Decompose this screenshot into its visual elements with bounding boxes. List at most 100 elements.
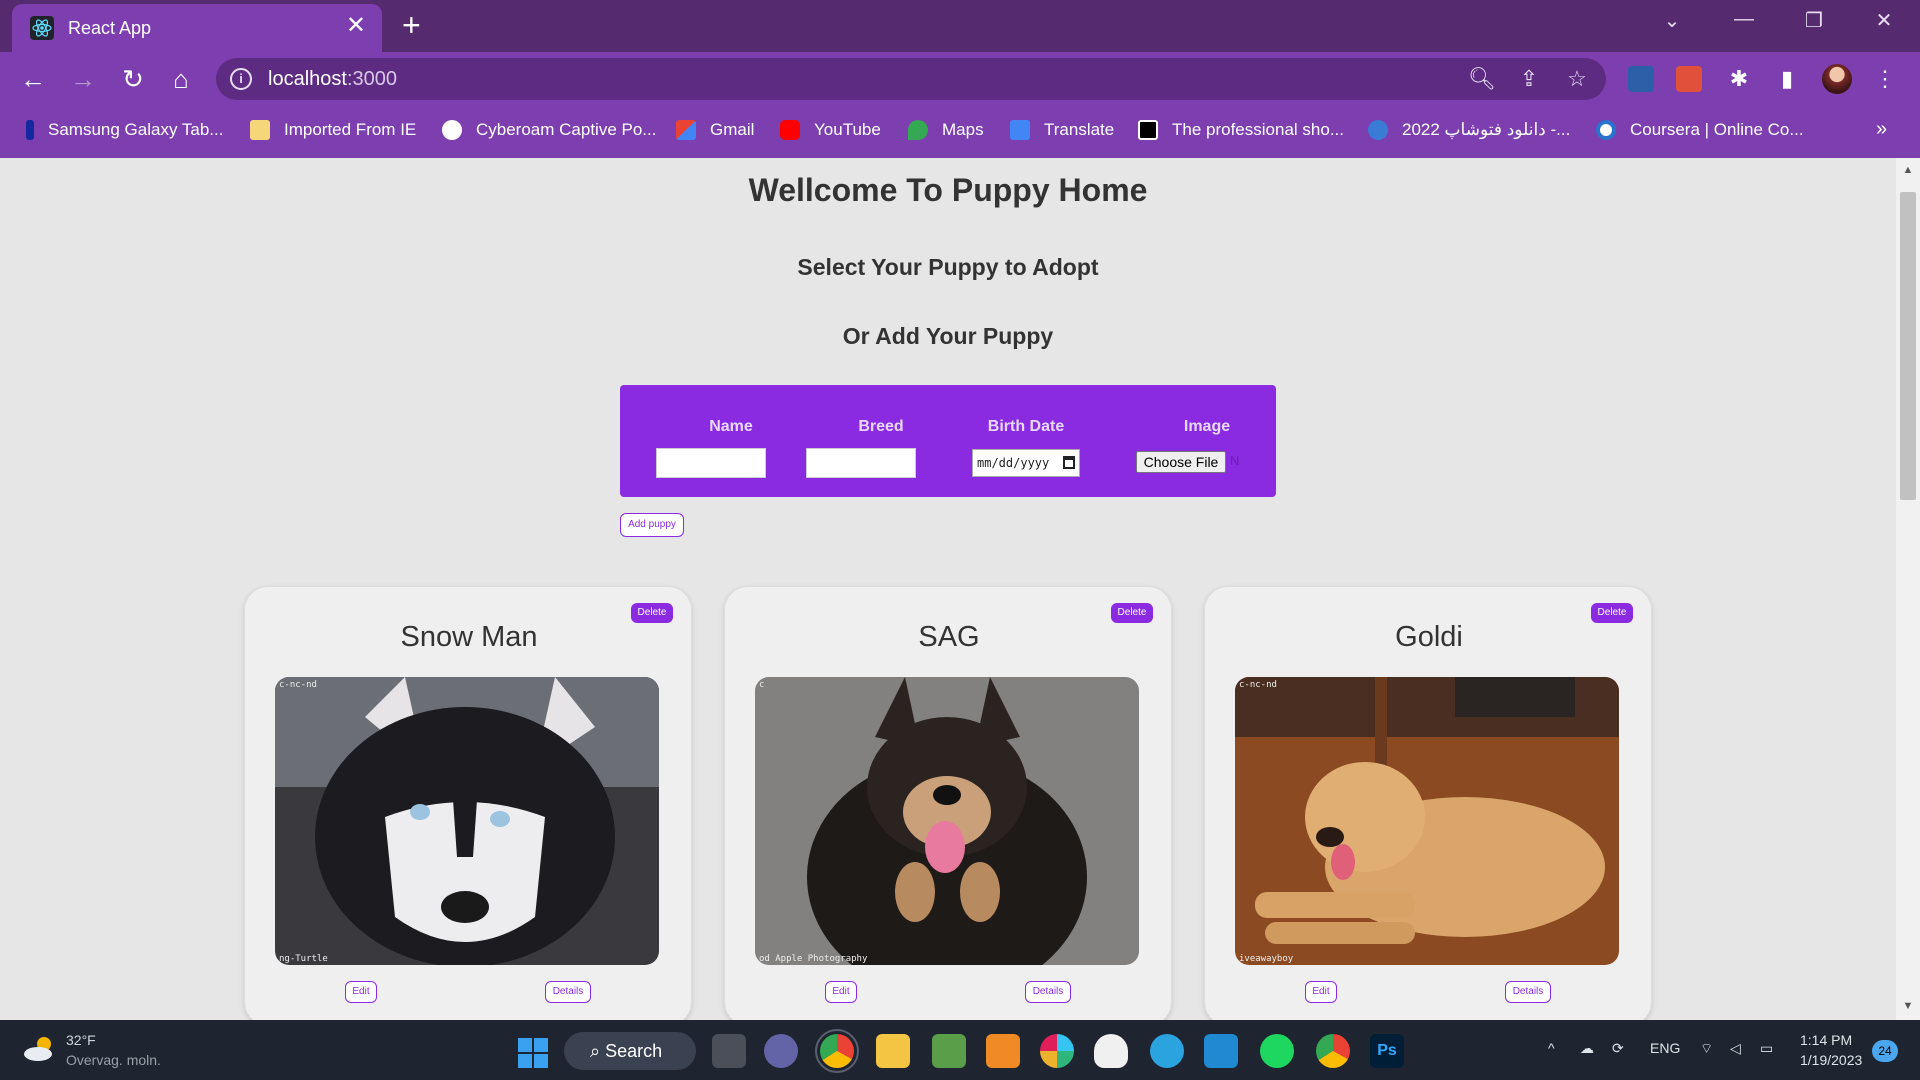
details-button[interactable]: Details [545, 981, 591, 1003]
extensions-puzzle-icon[interactable]: ✱ [1724, 64, 1754, 94]
vscode-icon[interactable] [1204, 1034, 1238, 1068]
share-icon[interactable]: ⇪ [1516, 66, 1542, 92]
photo-credit-bottom: od Apple Photography [759, 954, 868, 964]
bookmark-coursera[interactable]: Coursera | Online Co... [1596, 120, 1804, 140]
extension-red-icon[interactable] [1676, 66, 1702, 92]
puppy-photo-sag[interactable]: c od Apple Photography [755, 677, 1139, 965]
forward-icon[interactable]: → [68, 64, 98, 94]
bookmark-samsung[interactable]: Samsung Galaxy Tab... [26, 120, 223, 140]
wifi-icon[interactable]: ⌔ [1700, 1040, 1713, 1058]
weather-cloud-icon[interactable] [22, 1036, 58, 1062]
telegram-icon[interactable] [1150, 1034, 1184, 1068]
volume-icon[interactable]: ◁ [1730, 1040, 1741, 1057]
chrome-profile-icon[interactable] [1316, 1034, 1350, 1068]
file-explorer-icon[interactable] [876, 1034, 910, 1068]
details-button[interactable]: Details [1505, 981, 1551, 1003]
calendar-icon[interactable] [1063, 456, 1075, 469]
sublime-icon[interactable] [986, 1034, 1020, 1068]
bookmark-cyberoam[interactable]: Cyberoam Captive Po... [442, 120, 656, 140]
sync-icon[interactable]: ⟳ [1612, 1040, 1624, 1057]
bookmark-translate[interactable]: Translate [1010, 120, 1114, 140]
browser-toolbar: ← → ↻ ⌂ i localhost:3000 🔍︎ ⇪ ☆ ✱ ▮ ⋮ [0, 52, 1920, 106]
gmail-icon [676, 120, 696, 140]
edit-button[interactable]: Edit [345, 981, 377, 1003]
add-heading: Or Add Your Puppy [842, 323, 1054, 349]
zoom-icon[interactable]: 🔍︎ [1468, 66, 1496, 92]
add-puppy-button[interactable]: Add puppy [620, 513, 684, 537]
close-tab-icon[interactable]: ✕ [346, 14, 366, 38]
close-window-icon[interactable]: ✕ [1864, 8, 1904, 33]
name-label: Name [709, 418, 753, 435]
photo-credit-top: c [759, 680, 764, 690]
puppy-card: SAG Delete c od Apple Photography Edit D… [724, 586, 1172, 1020]
clock-time[interactable]: 1:14 PM [1800, 1032, 1852, 1048]
url-text: localhost:3000 [268, 68, 397, 90]
home-icon[interactable]: ⌂ [166, 64, 196, 94]
delete-button[interactable]: Delete [631, 603, 673, 623]
bookmark-photoshop[interactable]: دانلود فتوشاپ 2022 -... [1368, 120, 1570, 140]
more-bookmarks-icon[interactable]: » [1876, 118, 1887, 141]
linux-tux-icon[interactable] [1094, 1034, 1128, 1068]
name-input[interactable] [656, 448, 766, 478]
scroll-thumb[interactable] [1900, 192, 1916, 500]
page-scrollbar[interactable]: ▲ ▼ [1896, 158, 1920, 1020]
language-indicator[interactable]: ENG [1650, 1040, 1680, 1056]
clock-date[interactable]: 1/19/2023 [1800, 1052, 1862, 1068]
edit-button[interactable]: Edit [825, 981, 857, 1003]
bookmark-imported[interactable]: Imported From IE [250, 120, 416, 140]
task-view-icon[interactable] [712, 1034, 746, 1068]
onedrive-icon[interactable]: ☁ [1580, 1040, 1594, 1057]
birth-date-input[interactable]: mm/dd/yyyy [972, 449, 1080, 477]
bookmark-star-icon[interactable]: ☆ [1564, 66, 1590, 92]
bookmark-professional[interactable]: The professional sho... [1138, 120, 1344, 140]
side-panel-icon[interactable]: ▮ [1772, 64, 1802, 94]
windows-start-icon[interactable] [518, 1038, 548, 1068]
new-tab-icon[interactable]: + [402, 9, 421, 41]
tab-title: React App [68, 18, 152, 38]
photos-app-icon[interactable] [932, 1034, 966, 1068]
site-info-icon[interactable]: i [230, 68, 252, 90]
menu-kebab-icon[interactable]: ⋮ [1870, 64, 1900, 94]
delete-button[interactable]: Delete [1111, 603, 1153, 623]
bookmark-maps[interactable]: Maps [908, 120, 984, 140]
youtube-icon [780, 120, 800, 140]
photoshop-icon[interactable]: Ps [1370, 1034, 1404, 1068]
choose-file-button[interactable]: Choose File [1136, 451, 1226, 473]
minimize-icon[interactable]: — [1724, 8, 1764, 31]
weather-temperature: 32°F [66, 1032, 96, 1048]
browser-tab[interactable]: React App ✕ [12, 4, 382, 52]
puppy-photo-golden[interactable]: c-nc-nd iveawayboy [1235, 677, 1619, 965]
slack-icon[interactable] [1040, 1034, 1074, 1068]
details-button[interactable]: Details [1025, 981, 1071, 1003]
restore-icon[interactable]: ❐ [1794, 8, 1834, 33]
battery-icon[interactable]: ▭ [1760, 1040, 1773, 1057]
address-bar[interactable]: i localhost:3000 🔍︎ ⇪ ☆ [216, 58, 1606, 100]
chrome-active-icon[interactable] [815, 1029, 859, 1073]
photoshop-site-icon [1368, 120, 1388, 140]
maps-icon [908, 120, 928, 140]
coursera-icon [1596, 120, 1616, 140]
puppy-card: Snow Man Delete c-nc-nd ng-Turtle Edit D… [244, 586, 692, 1020]
scroll-down-icon[interactable]: ▼ [1902, 1000, 1914, 1012]
puppy-photo-husky[interactable]: c-nc-nd ng-Turtle [275, 677, 659, 965]
extension-n-icon[interactable] [1628, 66, 1654, 92]
breed-input[interactable] [806, 448, 916, 478]
profile-avatar[interactable] [1822, 64, 1852, 94]
tab-search-icon[interactable]: ⌄ [1652, 8, 1692, 33]
file-status-text: N [1230, 453, 1240, 468]
tray-overflow-icon[interactable]: ^ [1548, 1040, 1555, 1056]
bookmark-gmail[interactable]: Gmail [676, 120, 754, 140]
reload-icon[interactable]: ↻ [118, 64, 148, 94]
back-icon[interactable]: ← [18, 64, 48, 94]
teams-chat-icon[interactable] [764, 1034, 798, 1068]
edit-button[interactable]: Edit [1305, 981, 1337, 1003]
image-label: Image [1183, 418, 1231, 435]
bookmark-youtube[interactable]: YouTube [780, 120, 881, 140]
breed-label: Breed [858, 418, 904, 435]
notification-badge[interactable]: 24 [1872, 1040, 1898, 1062]
taskbar-search[interactable]: ⌕ Search [564, 1032, 696, 1070]
delete-button[interactable]: Delete [1591, 603, 1633, 623]
spotify-icon[interactable] [1260, 1034, 1294, 1068]
scroll-up-icon[interactable]: ▲ [1902, 164, 1914, 176]
page-viewport: Wellcome To Puppy Home Select Your Puppy… [0, 158, 1896, 1020]
